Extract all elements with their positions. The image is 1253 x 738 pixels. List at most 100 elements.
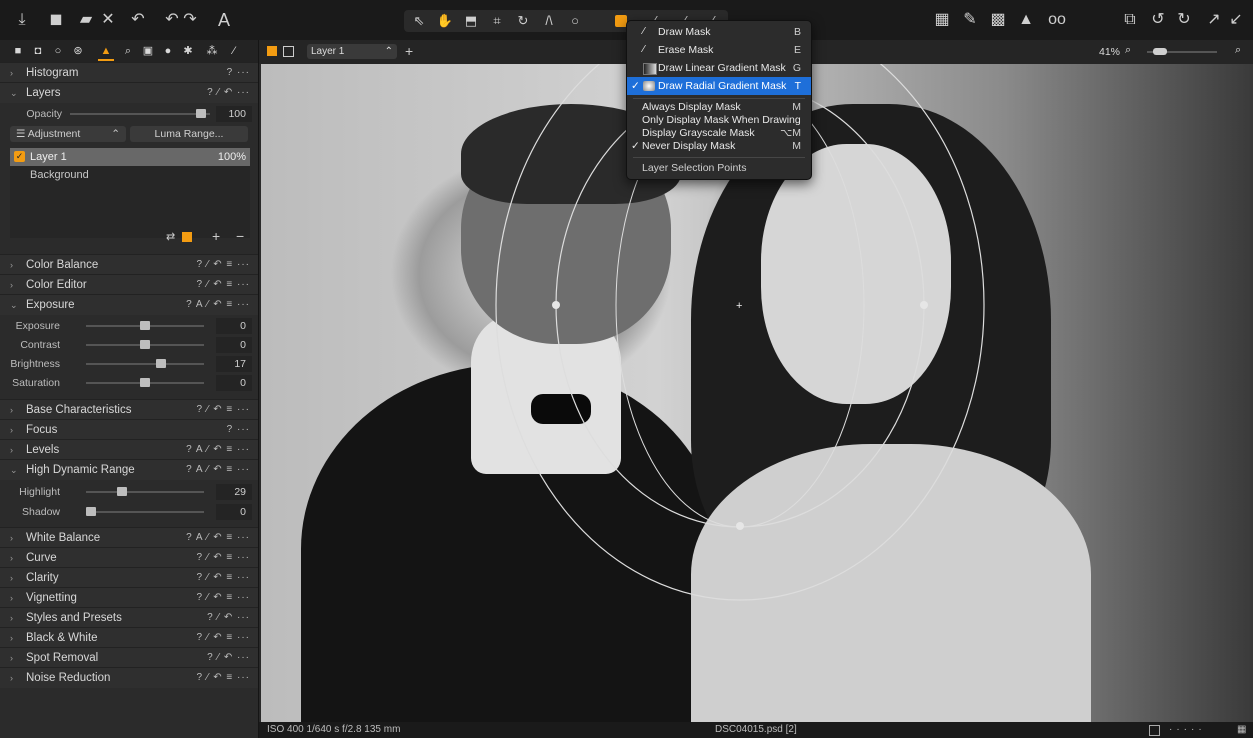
collapse-icon[interactable]: ↙ [1226, 10, 1246, 30]
section-black-white[interactable]: › Black & White ? ⁄ ↶ ≡ ··· [0, 627, 258, 648]
mask-handle-right[interactable] [920, 301, 928, 309]
section-spot-removal[interactable]: › Spot Removal ? ⁄ ↶ ··· [0, 647, 258, 668]
slider-track[interactable] [86, 340, 204, 349]
tab-details-icon[interactable]: ▣ [140, 43, 156, 59]
remove-layer-icon[interactable]: − [236, 228, 244, 244]
slider-knob[interactable] [117, 487, 127, 496]
layer-grid-icon[interactable] [267, 46, 277, 56]
checkbox-icon[interactable]: ✓ [14, 151, 25, 162]
menu-item-layer-selection-points[interactable]: Layer Selection Points [627, 160, 811, 176]
opacity-knob[interactable] [196, 109, 206, 118]
mask-handle-left[interactable] [552, 301, 560, 309]
zoom-knob[interactable] [1153, 48, 1167, 55]
layer-single-icon[interactable] [283, 46, 294, 57]
add-layer-icon[interactable]: + [212, 228, 220, 244]
window-icon[interactable]: ⧉ [1120, 10, 1140, 30]
slider-value[interactable]: 0 [216, 375, 252, 391]
section-histogram[interactable]: › Histogram ? ··· [0, 62, 258, 83]
section-actions[interactable]: ? ··· [227, 63, 250, 83]
section-levels[interactable]: › Levels ? A ⁄ ↶ ≡ ··· [0, 439, 258, 460]
menu-item-erase-mask[interactable]: ⁄ Erase Mask E [627, 41, 811, 59]
crop-icon[interactable]: ⌗ [486, 12, 508, 30]
tab-metadata-icon[interactable]: ● [160, 43, 176, 59]
import-icon[interactable]: ⤓ [12, 10, 32, 30]
menu-item-draw-mask[interactable]: ⁄ Draw Mask B [627, 23, 811, 41]
luma-range-button[interactable]: Luma Range... [130, 126, 248, 142]
section-actions[interactable]: ? ⁄ ↶ ≡ ··· [196, 255, 250, 275]
section-actions[interactable]: ? A ⁄ ↶ ≡ ··· [186, 460, 250, 480]
adjustment-dropdown[interactable]: ☰ Adjustment ⌃ [10, 126, 126, 142]
circle-icon[interactable]: ○ [564, 12, 586, 30]
tab-lens-icon[interactable]: ○ [50, 43, 66, 59]
slider-knob[interactable] [140, 378, 150, 387]
grid-view-icon[interactable]: ▦ [1237, 722, 1246, 738]
section-base-characteristics[interactable]: › Base Characteristics ? ⁄ ↶ ≡ ··· [0, 399, 258, 420]
section-actions[interactable]: ? ⁄ ↶ ≡ ··· [196, 668, 250, 688]
menu-item-radial-gradient[interactable]: ✓ Draw Radial Gradient Mask T [627, 77, 811, 95]
menu-item-grayscale-mask[interactable]: Display Grayscale Mask ⌥M [627, 127, 811, 140]
slider-knob[interactable] [156, 359, 166, 368]
redo-icon[interactable]: ↷ [180, 10, 200, 30]
section-actions[interactable]: ? A ⁄ ↶ ≡ ··· [186, 528, 250, 548]
undo-history-icon[interactable]: ↶ [128, 10, 148, 30]
zoom-out-icon[interactable]: ⌕ [1125, 44, 1131, 57]
section-actions[interactable]: ? ⁄ ↶ ≡ ··· [196, 588, 250, 608]
cursor-icon[interactable]: ⇖ [408, 12, 430, 30]
folder-icon[interactable]: ▰ [76, 10, 96, 30]
mask-swatch-icon[interactable] [182, 232, 192, 242]
slider-value[interactable]: 0 [216, 337, 252, 353]
tab-capture-icon[interactable]: ◘ [30, 43, 46, 59]
rotate-left-icon[interactable]: ↺ [1148, 10, 1168, 30]
menu-item-never-display[interactable]: ✓ Never Display Mask M [627, 140, 811, 153]
close-icon[interactable]: ✕ [98, 10, 118, 30]
slider-track[interactable] [86, 321, 204, 330]
section-high-dynamic-range[interactable]: ⌄ High Dynamic Range ? A ⁄ ↶ ≡ ··· [0, 459, 258, 480]
overlay-icon[interactable]: ▩ [988, 10, 1008, 30]
section-color-editor[interactable]: › Color Editor ? ⁄ ↶ ≡ ··· [0, 274, 258, 295]
section-color-balance[interactable]: › Color Balance ? ⁄ ↶ ≡ ··· [0, 254, 258, 275]
section-clarity[interactable]: › Clarity ? ⁄ ↶ ≡ ··· [0, 567, 258, 588]
slider-track[interactable] [86, 487, 204, 496]
section-actions[interactable]: ? ⁄ ↶ ≡ ··· [196, 548, 250, 568]
layer-row-background[interactable]: Background [10, 166, 250, 184]
slider-knob[interactable] [86, 507, 96, 516]
tab-styles-icon[interactable]: ⁄ [226, 43, 242, 59]
section-actions[interactable]: ? ⁄ ↶ ··· [207, 608, 250, 628]
slider-knob[interactable] [140, 340, 150, 349]
slider-track[interactable] [86, 378, 204, 387]
tab-layers-icon[interactable]: ▲ [98, 43, 114, 61]
slider-track[interactable] [86, 507, 204, 516]
expand-icon[interactable]: ↗ [1204, 10, 1224, 30]
tab-color-icon[interactable]: ⊛ [70, 43, 86, 59]
zoom-in-icon[interactable]: ⌕ [1235, 44, 1241, 57]
section-exposure[interactable]: ⌄ Exposure ? A ⁄ ↶ ≡ ··· [0, 294, 258, 315]
tab-output-icon[interactable]: ✱ [180, 43, 196, 59]
keystone-icon[interactable]: /\ [538, 12, 560, 30]
section-actions[interactable]: ? ⁄ ↶ ··· [207, 648, 250, 668]
section-actions[interactable]: ? ⁄ ↶ ··· [207, 83, 250, 103]
section-actions[interactable]: ? ⁄ ↶ ≡ ··· [196, 568, 250, 588]
slider-value[interactable]: 0 [216, 318, 252, 334]
camera-icon[interactable]: ◼ [46, 10, 66, 30]
undo-icon[interactable]: ↶ [162, 10, 182, 30]
page-dots-icon[interactable]: ····· [1169, 722, 1206, 738]
menu-item-only-when-drawing[interactable]: Only Display Mask When Drawing [627, 114, 811, 127]
slider-value[interactable]: 29 [216, 484, 252, 500]
zoom-slider[interactable] [1147, 48, 1217, 55]
add-layer-icon[interactable]: + [405, 43, 413, 59]
section-actions[interactable]: ? ··· [227, 420, 250, 440]
hand-icon[interactable]: ✋ [434, 12, 456, 30]
opacity-slider[interactable] [70, 109, 210, 118]
tab-search-icon[interactable]: ⌕ [120, 43, 136, 59]
layer-adjust-icon[interactable]: ⇄ [166, 230, 175, 243]
section-focus[interactable]: › Focus ? ··· [0, 419, 258, 440]
tab-library-icon[interactable]: ■ [10, 43, 26, 59]
section-vignetting[interactable]: › Vignetting ? ⁄ ↶ ≡ ··· [0, 587, 258, 608]
section-white-balance[interactable]: › White Balance ? A ⁄ ↶ ≡ ··· [0, 527, 258, 548]
menu-item-linear-gradient[interactable]: Draw Linear Gradient Mask G [627, 59, 811, 77]
section-styles-presets[interactable]: › Styles and Presets ? ⁄ ↶ ··· [0, 607, 258, 628]
menu-item-always-display[interactable]: Always Display Mask M [627, 101, 811, 114]
view-toggle-icon[interactable] [1149, 725, 1160, 736]
tab-adjustments-icon[interactable]: ⁂ [204, 43, 220, 59]
section-actions[interactable]: ? ⁄ ↶ ≡ ··· [196, 628, 250, 648]
